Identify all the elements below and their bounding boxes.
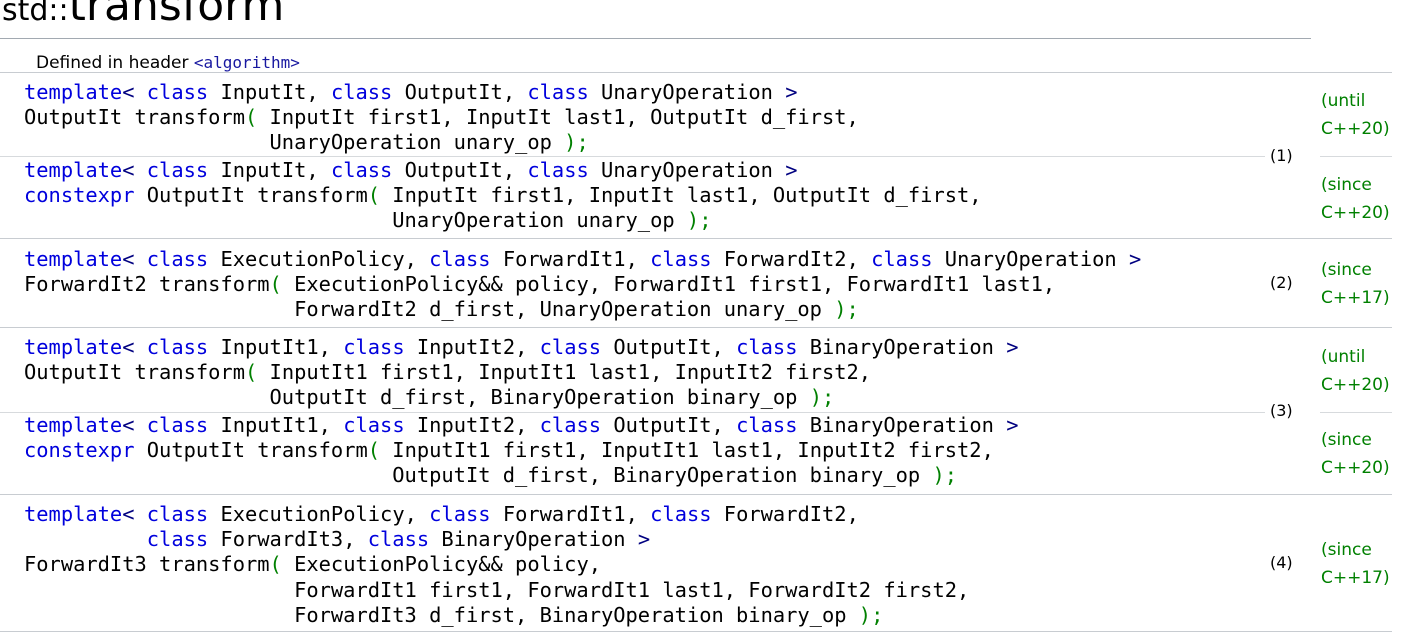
variant-divider-3-std — [1320, 412, 1392, 413]
decl-number-3: (3) — [1270, 401, 1293, 420]
decl-1-since-cpp20: template< class InputIt, class OutputIt,… — [24, 158, 982, 233]
decl-number-4: (4) — [1270, 553, 1293, 572]
header-link[interactable]: <algorithm> — [194, 53, 300, 72]
std-badge-3a: (until C++20) — [1321, 347, 1390, 395]
decl-4-since-cpp17: template< class ExecutionPolicy, class F… — [24, 502, 970, 627]
decl-divider-1 — [0, 238, 1392, 239]
table-top-divider — [0, 72, 1392, 73]
decl-3-since-cpp20: template< class InputIt1, class InputIt2… — [24, 413, 1019, 488]
decl-divider-3 — [0, 494, 1392, 495]
decl-number-2: (2) — [1270, 273, 1293, 292]
decl-2-since-cpp17: template< class ExecutionPolicy, class F… — [24, 247, 1142, 322]
std-badge-3b: (since C++20) — [1321, 430, 1390, 478]
std-badge-1a: (until C++20) — [1321, 91, 1390, 139]
decl-1-until-cpp20: template< class InputIt, class OutputIt,… — [24, 80, 859, 155]
page-title: std::transform — [2, 0, 284, 28]
decl-divider-2 — [0, 327, 1392, 328]
title-divider — [0, 38, 1311, 39]
decl-3-until-cpp20: template< class InputIt1, class InputIt2… — [24, 335, 1019, 410]
table-bottom-divider — [0, 631, 1392, 632]
std-badge-4: (since C++17) — [1321, 540, 1390, 588]
variant-divider-1 — [0, 156, 1265, 157]
defined-in-label: Defined in header — [36, 53, 194, 73]
title-name: transform — [68, 0, 285, 31]
variant-divider-1-std — [1320, 156, 1392, 157]
defined-in-header: Defined in header <algorithm> — [36, 53, 300, 73]
title-namespace: std:: — [2, 0, 69, 28]
std-badge-1b: (since C++20) — [1321, 175, 1390, 223]
decl-number-1: (1) — [1270, 146, 1293, 165]
std-badge-2: (since C++17) — [1321, 260, 1390, 308]
